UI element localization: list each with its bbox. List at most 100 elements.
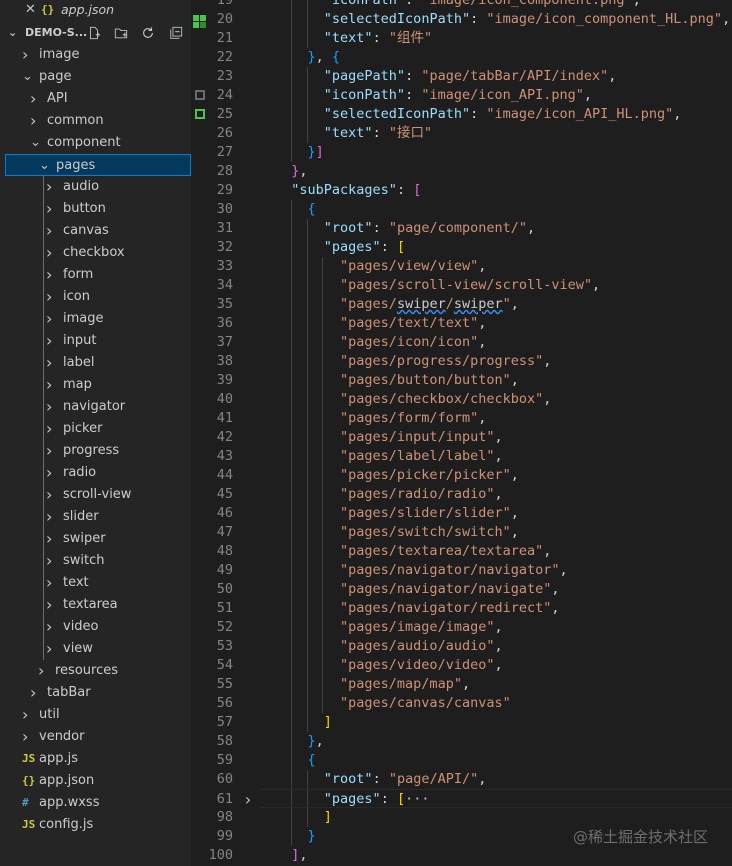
tree-folder-canvas[interactable]: › canvas [0,220,191,242]
tree-folder-image[interactable]: › image [0,308,191,330]
code-line[interactable]: 40 "pages/checkbox/checkbox", [191,390,732,409]
code-line[interactable]: 32 "pages": [ [191,238,732,257]
git-added-icon [193,13,206,28]
code-line[interactable]: 37 "pages/icon/icon", [191,333,732,352]
code-line[interactable]: 23 "pagePath": "page/tabBar/API/index", [191,67,732,86]
fold-chevron-right-icon[interactable]: › [243,790,253,809]
code-line[interactable]: 58 }, [191,732,732,751]
code-line[interactable]: 53 "pages/audio/audio", [191,637,732,656]
code-line[interactable]: 20 "selectedIconPath": "image/icon_compo… [191,10,732,29]
tree-folder-vendor[interactable]: › vendor [0,726,191,748]
tree-file-config.js[interactable]: JS config.js [0,814,191,836]
tree-folder-API[interactable]: › API [0,88,191,110]
code-line[interactable]: 43 "pages/label/label", [191,447,732,466]
tree-file-app.js[interactable]: JS app.js [0,748,191,770]
new-folder-icon[interactable] [114,26,128,40]
code-line[interactable]: 57 ] [191,713,732,732]
open-editor-item[interactable]: ✕ {} app.json [0,0,191,20]
code-line[interactable]: 39 "pages/button/button", [191,371,732,390]
tree-folder-component[interactable]: ⌄ component [0,132,191,154]
tree-item-label: radio [63,465,97,480]
tree-folder-map[interactable]: › map [0,374,191,396]
tree-folder-tabBar[interactable]: › tabBar [0,682,191,704]
tree-folder-picker[interactable]: › picker [0,418,191,440]
code-line[interactable]: 61 "pages": [··· › [217,789,732,809]
code-line[interactable]: 42 "pages/input/input", [191,428,732,447]
refresh-icon[interactable] [141,26,155,40]
tree-file-app.json[interactable]: {} app.json [0,770,191,792]
code-line[interactable]: 51 "pages/navigator/redirect", [191,599,732,618]
tree-folder-audio[interactable]: › audio [0,176,191,198]
code-line[interactable]: 44 "pages/picker/picker", [191,466,732,485]
tree-folder-switch[interactable]: › switch [0,550,191,572]
tree-folder-icon[interactable]: › icon [0,286,191,308]
explorer-section-header[interactable]: ⌄ DEMO-S... [0,22,191,44]
code-line[interactable]: 21 "text": "组件" [191,29,732,48]
tree-folder-video[interactable]: › video [0,616,191,638]
code-line[interactable]: 28 }, [191,162,732,181]
code-line[interactable]: 19 "iconPath": "image/icon_component.png… [191,0,732,10]
tree-folder-textarea[interactable]: › textarea [0,594,191,616]
code-line[interactable]: 54 "pages/video/video", [191,656,732,675]
tree-folder-page[interactable]: ⌄ page [0,66,191,88]
tree-folder-pages[interactable]: ⌄ pages [5,154,191,176]
line-number: 48 [216,543,233,559]
close-icon[interactable]: ✕ [25,0,36,20]
code-line[interactable]: 46 "pages/slider/slider", [191,504,732,523]
code-text: "pages/picker/picker", [340,467,519,483]
code-line[interactable]: 35 "pages/swiper/swiper", [191,295,732,314]
code-line[interactable]: 60 "root": "page/API/", [191,770,732,789]
code-line[interactable]: 98 ] [191,808,732,827]
tree-folder-button[interactable]: › button [0,198,191,220]
tree-folder-checkbox[interactable]: › checkbox [0,242,191,264]
tree-folder-common[interactable]: › common [0,110,191,132]
tree-folder-view[interactable]: › view [0,638,191,660]
code-line[interactable]: 52 "pages/image/image", [191,618,732,637]
code-line[interactable]: 25 "selectedIconPath": "image/icon_API_H… [191,105,732,124]
new-file-icon[interactable] [87,26,101,40]
code-line[interactable]: 48 "pages/textarea/textarea", [191,542,732,561]
code-line[interactable]: 56 "pages/canvas/canvas" [191,694,732,713]
code-line[interactable]: 26 "text": "接口" [191,124,732,143]
code-line[interactable]: 41 "pages/form/form", [191,409,732,428]
tree-item-label: common [47,113,104,128]
watermark: @稀土掘金技术社区 [572,828,708,846]
tree-folder-swiper[interactable]: › swiper [0,528,191,550]
code-line[interactable]: 49 "pages/navigator/navigator", [191,561,732,580]
code-text: "pages/image/image", [340,619,503,635]
line-number: 40 [216,391,233,407]
tree-folder-progress[interactable]: › progress [0,440,191,462]
tree-folder-image[interactable]: › image [0,44,191,66]
code-line[interactable]: 50 "pages/navigator/navigate", [191,580,732,599]
code-line[interactable]: 30 { [191,200,732,219]
tree-folder-radio[interactable]: › radio [0,462,191,484]
tree-folder-input[interactable]: › input [0,330,191,352]
code-line[interactable]: 55 "pages/map/map", [191,675,732,694]
tree-folder-util[interactable]: › util [0,704,191,726]
code-line[interactable]: 22 }, { [191,48,732,67]
code-line[interactable]: 100 ], [191,846,732,865]
code-line[interactable]: 27 }] [191,143,732,162]
code-line[interactable]: 31 "root": "page/component/", [191,219,732,238]
code-line[interactable]: 24 "iconPath": "image/icon_API.png", [191,86,732,105]
code-text: "pages/text/text", [340,315,487,331]
code-line[interactable]: 38 "pages/progress/progress", [191,352,732,371]
tree-folder-text[interactable]: › text [0,572,191,594]
code-editor[interactable]: 19 "iconPath": "image/icon_component.png… [191,0,732,866]
tree-folder-navigator[interactable]: › navigator [0,396,191,418]
tree-file-app.wxss[interactable]: # app.wxss [0,792,191,814]
collapse-all-icon[interactable] [169,26,183,40]
tree-folder-scroll-view[interactable]: › scroll-view [0,484,191,506]
code-line[interactable]: 45 "pages/radio/radio", [191,485,732,504]
code-line[interactable]: 47 "pages/switch/switch", [191,523,732,542]
tree-folder-form[interactable]: › form [0,264,191,286]
code-line[interactable]: 29 "subPackages": [ [191,181,732,200]
tree-folder-slider[interactable]: › slider [0,506,191,528]
code-line[interactable]: 59 { [191,751,732,770]
code-line[interactable]: 34 "pages/scroll-view/scroll-view", [191,276,732,295]
tree-folder-label[interactable]: › label [0,352,191,374]
tree-folder-resources[interactable]: › resources [0,660,191,682]
code-line[interactable]: 33 "pages/view/view", [191,257,732,276]
code-line[interactable]: 36 "pages/text/text", [191,314,732,333]
code-text: "selectedIconPath": "image/icon_API_HL.p… [323,106,682,122]
